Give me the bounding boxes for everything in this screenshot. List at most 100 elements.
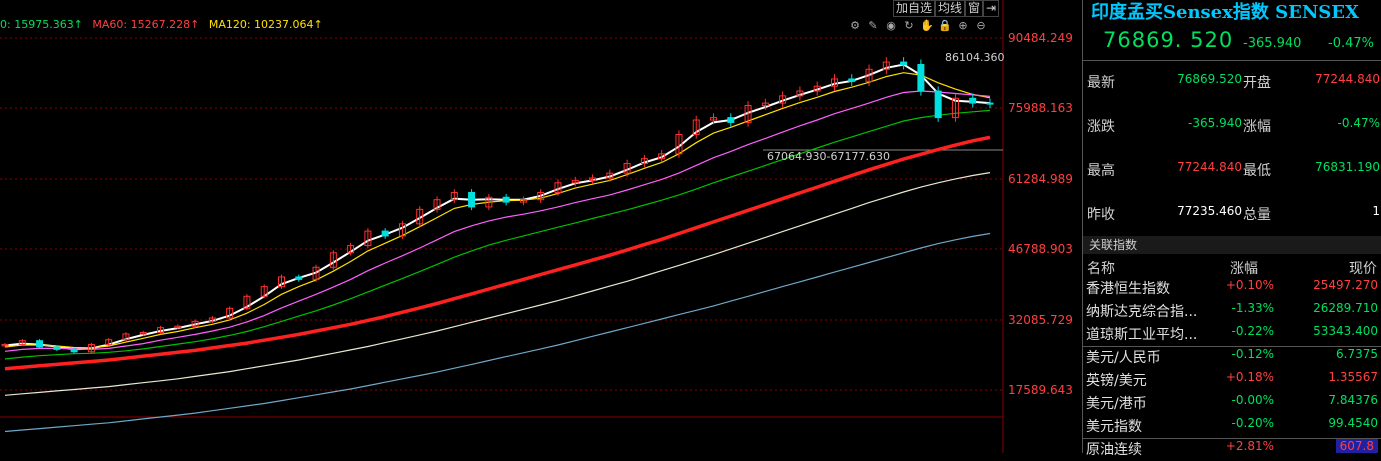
y-tick-label: 46788.903 [1008, 242, 1073, 256]
related-header: 关联指数 [1083, 236, 1381, 254]
related-index-row[interactable]: 原油连续 +2.81% 607.8 [1083, 439, 1381, 461]
candle-body [468, 191, 476, 208]
index-pct: +2.81% [1225, 439, 1274, 453]
y-tick-label: 90484.249 [1008, 31, 1073, 45]
quote-label: 昨收 [1087, 207, 1115, 223]
related-index-row[interactable]: 英镑/美元 +0.18% 1.35567 [1083, 370, 1381, 392]
price-change-pct: -0.47% [1328, 36, 1374, 51]
zoom-in-icon[interactable]: ⊕ [956, 19, 970, 33]
export-icon[interactable]: ⇥ [983, 0, 1000, 17]
candle-body [381, 230, 389, 237]
candle-body [934, 90, 942, 119]
col-price-header: 现价 [1349, 261, 1377, 277]
quote-label: 涨跌 [1087, 119, 1115, 135]
index-title: 印度孟买Sensex指数 SENSEX [1091, 2, 1359, 23]
quote-value: 1 [1372, 204, 1380, 218]
series-line-ma-green [4, 109, 991, 360]
index-pct: -0.22% [1231, 324, 1274, 338]
top-toolbar: 加自选 均线 窗 ⇥ [893, 0, 1000, 17]
quote-label: 涨幅 [1243, 119, 1271, 135]
series-line-ma-magenta [4, 90, 991, 352]
related-index-row[interactable]: 纳斯达克综合指... -1.33% 26289.710 [1083, 301, 1381, 323]
settings-icon[interactable]: ⚙ [848, 19, 862, 33]
ma-legend-0: 0: 15975.363↑ [0, 18, 83, 31]
ma-legend: 0: 15975.363↑ MA60: 15267.228↑ MA120: 10… [0, 18, 329, 31]
index-price: 25497.270 [1313, 278, 1378, 292]
quote-value: 77244.840 [1177, 160, 1242, 174]
divider [1083, 60, 1381, 61]
index-price: 99.4540 [1328, 416, 1378, 430]
quote-label: 最低 [1243, 163, 1271, 179]
index-pct: +0.18% [1225, 370, 1274, 384]
candle-body [917, 63, 925, 92]
candle-body [727, 117, 735, 123]
index-name: 香港恒生指数 [1086, 281, 1170, 297]
chart-tools: ⚙ ✎ ◉ ↻ ✋ 🔒 ⊕ ⊖ [848, 19, 988, 33]
col-name-header: 名称 [1087, 261, 1115, 277]
index-pct: -0.20% [1231, 416, 1274, 430]
candle-body [36, 340, 44, 348]
add-favorite-button[interactable]: 加自选 [893, 0, 936, 17]
related-index-row[interactable]: 香港恒生指数 +0.10% 25497.270 [1083, 278, 1381, 300]
index-price: 607.8 [1335, 439, 1378, 453]
kline-chart[interactable]: 90484.249 75988.163 61284.989 46788.903 3208… [0, 0, 1082, 453]
index-price: 53343.400 [1313, 324, 1378, 338]
ma-settings-button[interactable]: 均线 [935, 0, 966, 17]
index-name: 美元指数 [1086, 419, 1142, 435]
candle-body [70, 348, 78, 353]
window-button[interactable]: 窗 [965, 0, 984, 17]
eye-icon[interactable]: ◉ [884, 19, 898, 33]
y-tick-label: 75988.163 [1008, 101, 1073, 115]
candle-body [986, 102, 994, 105]
index-price: 26289.710 [1313, 301, 1378, 315]
series-line-ma-white [4, 63, 991, 351]
candle-body [295, 276, 303, 280]
refresh-icon[interactable]: ↻ [902, 19, 916, 33]
quote-value: -0.47% [1337, 116, 1380, 130]
hand-icon[interactable]: ✋ [920, 19, 934, 33]
col-pct-header: 涨幅 [1230, 261, 1258, 277]
quote-label: 最新 [1087, 75, 1115, 91]
quote-row: 最高 77244.840 最低 76831.190 [1083, 160, 1381, 180]
quote-value: -365.940 [1188, 116, 1242, 130]
related-index-row[interactable]: 美元指数 -0.20% 99.4540 [1083, 416, 1381, 438]
candle-body [848, 78, 856, 82]
related-index-row[interactable]: 美元/港币 -0.00% 7.84376 [1083, 393, 1381, 415]
quote-value: 77244.840 [1315, 72, 1380, 86]
lock-icon[interactable]: 🔒 [938, 19, 952, 33]
series-line-ma-thickred [4, 135, 991, 371]
high-annotation: 86104.360 [945, 51, 1005, 64]
zoom-out-icon[interactable]: ⊖ [974, 19, 988, 33]
draw-icon[interactable]: ✎ [866, 19, 880, 33]
index-name: 纳斯达克综合指... [1086, 304, 1198, 320]
ma-legend-120: MA120: 10237.064↑ [208, 18, 323, 31]
quote-value: 76869.520 [1177, 72, 1242, 86]
series-line-ma-offwhite [4, 172, 991, 396]
y-tick-label: 61284.989 [1008, 172, 1073, 186]
index-pct: -1.33% [1231, 301, 1274, 315]
quote-row: 最新 76869.520 开盘 77244.840 [1083, 72, 1381, 92]
index-price: 6.7375 [1336, 347, 1378, 361]
candle-body [53, 346, 61, 350]
related-index-row[interactable]: 道琼斯工业平均... -0.22% 53343.400 [1083, 324, 1381, 346]
index-name: 道琼斯工业平均... [1086, 327, 1198, 343]
chart-canvas[interactable]: 90484.249 75988.163 61284.989 46788.903 3208… [0, 0, 1082, 453]
index-price: 1.35567 [1328, 370, 1378, 384]
candle-body [969, 97, 977, 104]
quote-row: 昨收 77235.460 总量 1 [1083, 204, 1381, 224]
quote-label: 最高 [1087, 163, 1115, 179]
y-tick-label: 17589.643 [1008, 383, 1073, 397]
index-name: 英镑/美元 [1086, 373, 1147, 389]
quote-value: 76831.190 [1315, 160, 1380, 174]
quote-label: 开盘 [1243, 75, 1271, 91]
y-tick-label: 32085.729 [1008, 313, 1073, 327]
index-name: 美元/港币 [1086, 396, 1147, 412]
index-name: 美元/人民币 [1086, 350, 1161, 366]
related-index-row[interactable]: 美元/人民币 -0.12% 6.7375 [1083, 347, 1381, 369]
candle-body [502, 196, 510, 203]
series-line-ma-yellow [4, 72, 991, 349]
quote-panel: 印度孟买Sensex指数 SENSEX 76869. 520 -365.940 … [1082, 0, 1381, 458]
range-annotation: 67064.930-67177.630 [767, 150, 890, 163]
quote-label: 总量 [1243, 207, 1271, 223]
index-name: 原油连续 [1086, 442, 1142, 458]
